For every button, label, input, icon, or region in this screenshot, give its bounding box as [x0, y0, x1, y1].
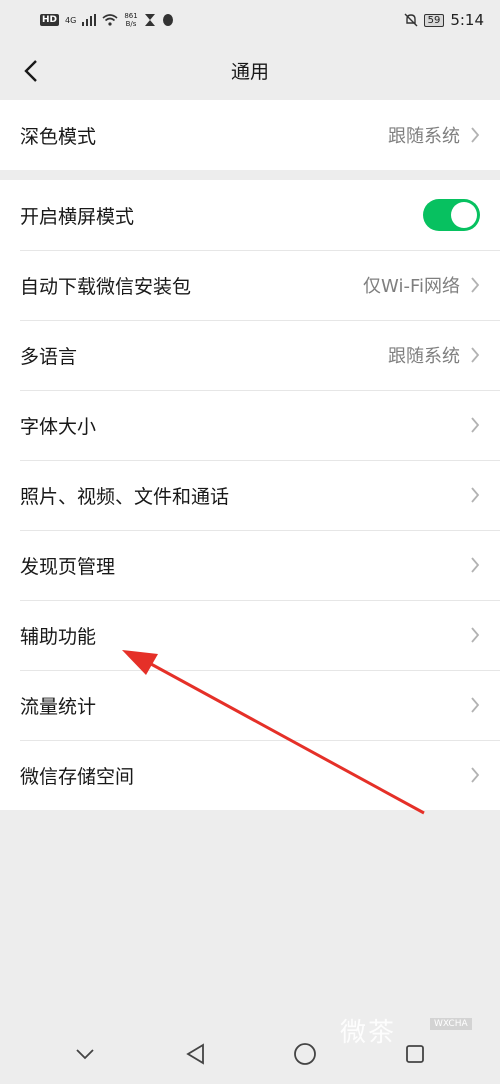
toggle-knob [451, 202, 477, 228]
triangle-back-icon [186, 1043, 204, 1065]
row-accessibility[interactable]: 辅助功能 [0, 600, 500, 670]
row-value: 跟随系统 [388, 126, 460, 147]
row-auto-download[interactable]: 自动下载微信安装包 仅Wi-Fi网络 [0, 250, 500, 320]
row-label: 微信存储空间 [20, 765, 135, 788]
row-dark-mode[interactable]: 深色模式 跟随系统 [0, 100, 500, 170]
status-bar: HD 4G 861 B/s 59 5:14 [0, 0, 500, 40]
row-label: 发现页管理 [20, 555, 116, 578]
row-label: 开启横屏模式 [20, 205, 135, 228]
chevron-right-icon [471, 277, 480, 293]
signal-bars-icon [82, 14, 97, 26]
signal-4g-label: 4G [65, 15, 77, 25]
chevron-right-icon [471, 487, 480, 503]
wifi-icon [102, 14, 118, 26]
net-speed: 861 B/s [124, 12, 137, 28]
page-title: 通用 [230, 60, 269, 83]
row-storage[interactable]: 微信存储空间 [0, 740, 500, 810]
row-label: 多语言 [20, 345, 78, 368]
nav-back-button[interactable] [175, 1034, 215, 1074]
system-nav-bar [0, 1024, 500, 1084]
hourglass-icon [144, 14, 155, 26]
row-value: 仅Wi-Fi网络 [363, 276, 460, 297]
row-label: 深色模式 [20, 125, 97, 148]
chevron-down-icon [76, 1049, 94, 1060]
row-data-usage[interactable]: 流量统计 [0, 670, 500, 740]
chevron-right-icon [471, 347, 480, 363]
row-font-size[interactable]: 字体大小 [0, 390, 500, 460]
square-recents-icon [406, 1045, 424, 1063]
row-label: 自动下载微信安装包 [20, 275, 192, 298]
settings-section-2: 开启横屏模式 自动下载微信安装包 仅Wi-Fi网络 多语言 跟随系统 字体大小 … [0, 180, 500, 810]
row-language[interactable]: 多语言 跟随系统 [0, 320, 500, 390]
chevron-right-icon [471, 697, 480, 713]
landscape-toggle[interactable] [423, 199, 480, 231]
nav-recents-button[interactable] [395, 1034, 435, 1074]
chevron-right-icon [471, 557, 480, 573]
chevron-right-icon [471, 767, 480, 783]
net-speed-unit: B/s [125, 20, 137, 28]
qq-penguin-icon [162, 14, 173, 26]
hd-icon: HD [40, 14, 60, 26]
title-bar: 通用 [0, 40, 500, 100]
net-speed-value: 861 [124, 12, 138, 20]
row-label: 照片、视频、文件和通话 [20, 485, 230, 508]
row-value: 跟随系统 [388, 346, 460, 367]
row-landscape-mode[interactable]: 开启横屏模式 [0, 180, 500, 250]
watermark-text: 微茶 [340, 1018, 397, 1048]
battery-icon: 59 [423, 13, 445, 27]
chevron-left-icon [24, 60, 37, 82]
clock: 5:14 [450, 11, 484, 29]
nav-hide-button[interactable] [65, 1034, 105, 1074]
chevron-right-icon [471, 127, 480, 143]
mute-bell-icon [404, 13, 418, 27]
settings-section-1: 深色模式 跟随系统 [0, 100, 500, 170]
row-label: 辅助功能 [20, 625, 97, 648]
chevron-right-icon [471, 627, 480, 643]
circle-home-icon [294, 1043, 316, 1065]
row-label: 流量统计 [20, 695, 97, 718]
back-button[interactable] [16, 56, 46, 86]
row-media-files-calls[interactable]: 照片、视频、文件和通话 [0, 460, 500, 530]
row-label: 字体大小 [20, 415, 97, 438]
row-discover-management[interactable]: 发现页管理 [0, 530, 500, 600]
watermark-badge: WXCHA [430, 1018, 472, 1030]
chevron-right-icon [471, 417, 480, 433]
nav-home-button[interactable] [285, 1034, 325, 1074]
